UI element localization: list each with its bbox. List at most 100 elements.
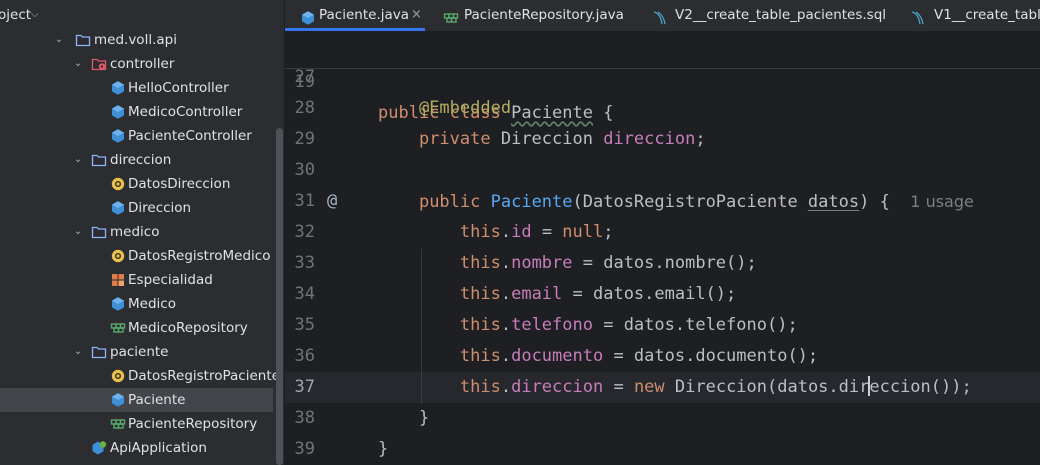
code-text: this.direccion = new Direccion(datos.dir… (459, 376, 972, 397)
chevron-down-icon[interactable]: ⌄ (71, 52, 85, 76)
code-line[interactable]: 37 this.direccion = new Direccion(datos.… (285, 372, 1040, 403)
record-icon (110, 176, 126, 192)
code-line[interactable]: 29 private Direccion direccion; (285, 124, 1040, 155)
class-icon (300, 7, 316, 25)
tree-item-label: controller (110, 56, 175, 72)
tree-item-medico[interactable]: ⌄ medico (0, 220, 273, 244)
tree-item-label: MedicoController (128, 104, 243, 120)
tab-v1-create-table-[interactable]: V1__create_table_ (893, 0, 1040, 31)
package-icon (91, 344, 107, 360)
record-icon (110, 368, 126, 384)
tree-item-label: medico (110, 224, 160, 240)
tree-item-med-voll-api[interactable]: ⌄ med.voll.api (0, 28, 273, 52)
tree-item-paciente-controller[interactable]: PacienteController (0, 124, 273, 148)
class-icon (110, 104, 126, 120)
class-icon (110, 128, 126, 144)
class-icon (110, 80, 126, 96)
tree-item-medico-controller[interactable]: MedicoController (0, 100, 273, 124)
package-icon (91, 224, 107, 240)
code-line[interactable]: 38 } (285, 403, 1040, 434)
text-caret (868, 376, 871, 396)
line-number: 33 (294, 253, 315, 273)
code-line[interactable]: 28 @Embedded (285, 93, 1040, 124)
line-number: 38 (294, 408, 315, 428)
class-icon (110, 296, 126, 312)
line-number: 34 (294, 284, 315, 304)
code-text: private Direccion direccion; (418, 129, 706, 149)
class-icon (110, 392, 126, 408)
code-line[interactable]: 35 this.telefono = datos.telefono(); (285, 310, 1040, 341)
sql-icon (910, 7, 926, 25)
code-line[interactable]: 39} (285, 434, 1040, 465)
sql-icon (652, 7, 668, 25)
line-number: 27 (294, 67, 315, 87)
tree-item-label: Paciente (128, 392, 186, 408)
override-marker-icon[interactable]: @ (327, 186, 337, 217)
code-text: } (378, 439, 389, 459)
tree-item-paciente[interactable]: ⌄ paciente (0, 340, 273, 364)
tree-item-hello-controller[interactable]: HelloController (0, 76, 273, 100)
tree-item-label: DatosRegistroMedico (128, 248, 271, 264)
line-number: 35 (294, 315, 315, 335)
chevron-down-icon[interactable]: ⌄ (52, 28, 66, 52)
interface-icon (110, 416, 126, 432)
project-view-header[interactable]: oject ⌵ (0, 0, 284, 30)
editor-tab-bar: Paciente.java × PacienteRepository.java V2_… (285, 0, 1040, 32)
interface-icon (443, 7, 459, 23)
chevron-down-icon[interactable]: ⌄ (71, 148, 85, 172)
tree-item-datos-registro-paciente[interactable]: DatosRegistroPaciente (0, 364, 280, 388)
tree-item-medico[interactable]: Medico (0, 292, 273, 316)
tree-item-datos-registro-medico[interactable]: DatosRegistroMedico (0, 244, 273, 268)
tree-item-paciente[interactable]: Paciente (0, 388, 273, 412)
code-text: this.email = datos.email(); (459, 284, 737, 304)
tree-item-controller[interactable]: ⌄ controller (0, 52, 273, 76)
enum-icon (110, 272, 126, 288)
tab-label: PacienteRepository.java (464, 7, 624, 23)
tree-item-label: DatosDireccion (128, 176, 231, 192)
code-line[interactable]: 32 this.id = null; (285, 217, 1040, 248)
line-number: 37 (294, 377, 315, 397)
code-line[interactable]: 34 this.email = datos.email(); (285, 279, 1040, 310)
tree-item-especialidad[interactable]: Especialidad (0, 268, 273, 292)
close-icon[interactable]: × (411, 0, 422, 30)
line-number: 30 (294, 160, 315, 180)
tree-item-label: ApiApplication (110, 440, 207, 456)
tree-item-paciente-repository[interactable]: PacienteRepository (0, 412, 273, 436)
code-line[interactable]: 33 this.nombre = datos.nombre(); (285, 248, 1040, 279)
code-text: this.documento = datos.documento(); (459, 346, 819, 366)
code-text: public Paciente(DatosRegistroPaciente da… (418, 192, 974, 212)
line-number: 28 (294, 98, 315, 118)
code-line[interactable]: 27 (285, 62, 1040, 93)
tree-item-label: MedicoRepository (128, 320, 248, 336)
tab-paciente-java[interactable]: Paciente.java × (285, 0, 425, 31)
line-number: 32 (294, 222, 315, 242)
chevron-down-icon[interactable]: ⌄ (71, 340, 85, 364)
tree-item-direccion[interactable]: Direccion (0, 196, 273, 220)
tab-paciente-repository-java[interactable]: PacienteRepository.java (426, 0, 626, 31)
line-number: 39 (294, 439, 315, 459)
tree-item-direccion[interactable]: ⌄ direccion (0, 148, 273, 172)
chevron-down-icon[interactable]: ⌵ (31, 0, 39, 30)
tab-v2-create-table-pacientes-sql[interactable]: V2__create_table_pacientes.sql (635, 0, 895, 31)
tree-scrollbar[interactable] (276, 128, 283, 465)
tree-item-medico-repository[interactable]: MedicoRepository (0, 316, 273, 340)
spring-app-icon (91, 440, 107, 456)
chevron-down-icon[interactable]: ⌄ (71, 220, 85, 244)
interface-icon (110, 320, 126, 336)
code-line[interactable]: 36 this.documento = datos.documento(); (285, 341, 1040, 372)
line-number: 31 (294, 191, 315, 211)
code-line[interactable]: 31 @ public Paciente(DatosRegistroPacient… (285, 186, 1040, 217)
project-view-title: oject (0, 7, 32, 23)
usage-hint[interactable]: 1 usage (910, 192, 974, 211)
tab-label: V2__create_table_pacientes.sql (675, 7, 887, 23)
code-editor[interactable]: 19 public class Paciente { 27 28 @Embedde… (285, 32, 1040, 465)
tree-item-label: PacienteRepository (128, 416, 258, 432)
class-icon (110, 200, 126, 216)
tree-item-datos-direccion[interactable]: DatosDireccion (0, 172, 273, 196)
project-tree-panel: oject ⌵ ⌄ med.voll.api ⌄ controller HelloCon… (0, 0, 284, 465)
tree-item-api-application[interactable]: ApiApplication (0, 436, 273, 460)
code-line[interactable]: 30 (285, 155, 1040, 186)
tree-item-label: Especialidad (128, 272, 213, 288)
package-icon (75, 32, 91, 48)
tree-item-label: DatosRegistroPaciente (128, 368, 280, 384)
